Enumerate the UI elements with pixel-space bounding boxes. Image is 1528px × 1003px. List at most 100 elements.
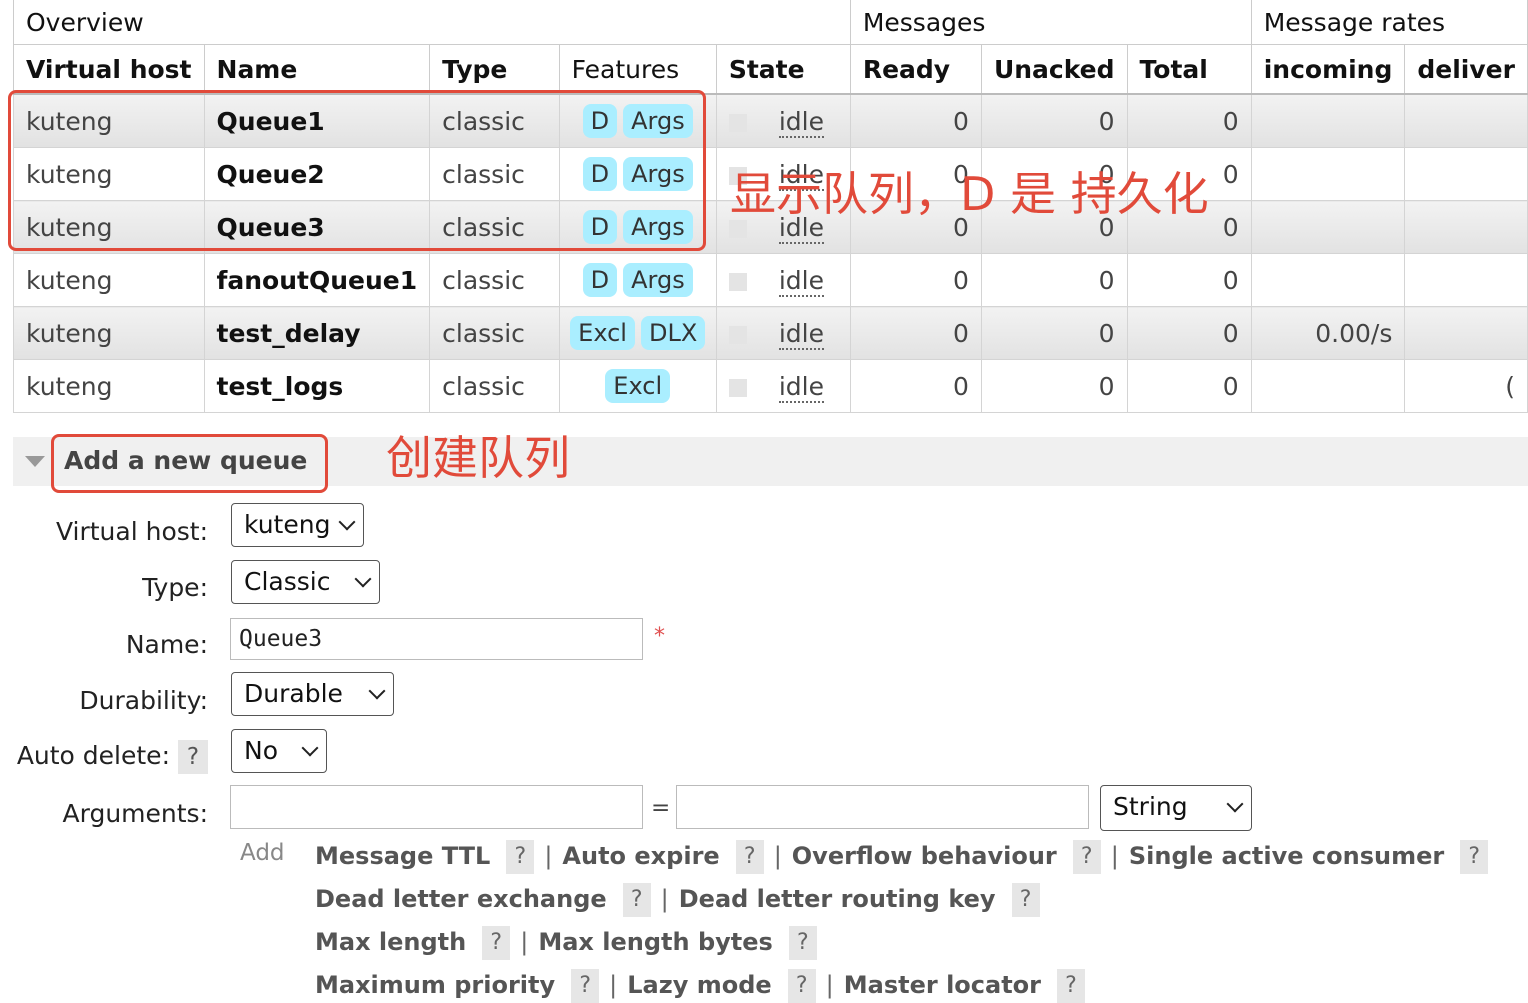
type-select[interactable]: Classic	[231, 560, 380, 604]
virtual-host-label: Virtual host:	[55, 517, 208, 546]
feature-badge[interactable]: D	[582, 263, 618, 297]
col-total[interactable]: Total	[1126, 44, 1252, 95]
group-header-message-rates: Message rates	[1250, 0, 1528, 45]
argument-shortcut-line: Dead letter exchange? | Dead letter routin…	[315, 883, 1040, 917]
col-type[interactable]: Type	[429, 44, 560, 95]
col-name[interactable]: Name	[203, 44, 431, 95]
argument-shortcut-link[interactable]: Lazy mode	[627, 971, 771, 999]
virtual-host-select[interactable]: kuteng	[231, 503, 364, 547]
name-input[interactable]: Queue3	[230, 618, 643, 660]
state-text[interactable]: idle	[778, 106, 824, 138]
help-icon[interactable]: ?	[1072, 840, 1101, 874]
cell-ready: 0	[849, 253, 982, 307]
argument-type-value: String	[1113, 792, 1188, 821]
cell-deliver	[1404, 200, 1528, 254]
cell-total: 0	[1126, 94, 1252, 148]
argument-shortcut-link[interactable]: Maximum priority	[315, 971, 555, 999]
help-icon[interactable]: ?	[735, 840, 764, 874]
table-row[interactable]: kuteng test_delay classic Excl DLX idle 0 0 0 0.0…	[13, 306, 1528, 360]
argument-shortcut-link[interactable]: Message TTL	[315, 842, 490, 870]
cell-deliver	[1404, 253, 1528, 307]
feature-badge[interactable]: Excl	[570, 316, 635, 350]
feature-badge[interactable]: Excl	[605, 369, 671, 403]
argument-shortcut-link[interactable]: Dead letter exchange	[315, 885, 607, 913]
help-icon[interactable]: ?	[1057, 969, 1086, 1003]
feature-badge[interactable]: DLX	[640, 316, 706, 350]
state-indicator-icon	[728, 272, 747, 291]
cell-state: idle	[715, 359, 851, 413]
state-text[interactable]: idle	[778, 371, 824, 403]
cell-ready: 0	[849, 306, 982, 360]
auto-delete-label: Auto delete:	[16, 741, 170, 770]
separator: |	[544, 842, 553, 870]
help-icon[interactable]: ?	[622, 883, 651, 917]
argument-key-input[interactable]	[230, 785, 643, 829]
help-icon[interactable]: ?	[1460, 840, 1489, 874]
argument-shortcut-link[interactable]: Single active consumer	[1129, 842, 1444, 870]
state-text[interactable]: idle	[778, 318, 824, 350]
separator: |	[609, 971, 618, 999]
help-icon[interactable]: ?	[506, 840, 535, 874]
argument-shortcut-link[interactable]: Overflow behaviour	[792, 842, 1057, 870]
auto-delete-value: No	[244, 736, 278, 765]
col-virtual-host[interactable]: Virtual host	[13, 44, 205, 95]
feature-badge[interactable]: Args	[623, 263, 693, 297]
col-ready[interactable]: Ready	[849, 44, 982, 95]
chevron-down-icon	[1226, 795, 1244, 813]
cell-unacked: 0	[980, 94, 1128, 148]
argument-shortcut-link[interactable]: Max length bytes	[538, 928, 772, 956]
queue-name-link[interactable]: fanoutQueue1	[203, 253, 431, 307]
auto-delete-help-icon[interactable]: ?	[178, 740, 208, 774]
col-deliver[interactable]: deliver	[1404, 44, 1528, 95]
durability-select[interactable]: Durable	[231, 672, 394, 716]
cell-total: 0	[1126, 253, 1252, 307]
argument-shortcut-link[interactable]: Dead letter routing key	[679, 885, 996, 913]
required-mark: *	[654, 624, 665, 649]
annotation-create-box	[51, 434, 328, 493]
cell-incoming	[1250, 253, 1406, 307]
col-state[interactable]: State	[715, 44, 851, 95]
separator: |	[825, 971, 834, 999]
col-unacked[interactable]: Unacked	[980, 44, 1128, 95]
cell-total: 0	[1126, 359, 1252, 413]
queue-name-link[interactable]: test_logs	[203, 359, 431, 413]
auto-delete-row-label: Auto delete:?	[17, 740, 208, 774]
help-icon[interactable]: ?	[482, 926, 511, 960]
argument-value-input[interactable]	[676, 785, 1089, 829]
state-indicator-icon	[728, 378, 747, 397]
argument-type-select[interactable]: String	[1100, 785, 1252, 831]
separator: |	[1110, 842, 1119, 870]
argument-shortcut-link[interactable]: Auto expire	[562, 842, 719, 870]
cell-features: Excl	[558, 359, 717, 413]
help-icon[interactable]: ?	[787, 969, 816, 1003]
help-icon[interactable]: ?	[571, 969, 600, 1003]
cell-deliver	[1404, 306, 1528, 360]
annotation-create-note: 创建队列	[386, 431, 570, 485]
state-text[interactable]: idle	[778, 265, 824, 297]
table-row[interactable]: kuteng fanoutQueue1 classic D Args idle 0 0 0	[13, 253, 1528, 307]
name-label: Name:	[125, 630, 208, 659]
argument-shortcut-link[interactable]: Master locator	[844, 971, 1041, 999]
queue-name-link[interactable]: test_delay	[203, 306, 431, 360]
help-icon[interactable]: ?	[788, 926, 817, 960]
annotation-durable-box	[8, 90, 706, 251]
cell-state: idle	[715, 253, 851, 307]
cell-virtual-host: kuteng	[13, 306, 205, 360]
help-icon[interactable]: ?	[1011, 883, 1040, 917]
state-indicator-icon	[728, 113, 747, 132]
group-header-messages: Messages	[849, 0, 1252, 45]
chevron-down-icon	[301, 739, 319, 757]
durability-label: Durability:	[79, 686, 208, 715]
state-indicator-icon	[728, 325, 747, 344]
argument-equals-sign: =	[651, 795, 671, 821]
cell-features: D Args	[558, 253, 717, 307]
cell-state: idle	[715, 94, 851, 148]
argument-shortcut-link[interactable]: Max length	[315, 928, 466, 956]
table-row[interactable]: kuteng test_logs classic Excl idle 0 0 0(	[13, 359, 1528, 413]
collapse-triangle-icon[interactable]	[25, 456, 45, 467]
auto-delete-select[interactable]: No	[231, 729, 327, 773]
col-incoming[interactable]: incoming	[1250, 44, 1406, 95]
cell-ready: 0	[849, 359, 982, 413]
cell-type: classic	[429, 253, 560, 307]
cell-incoming	[1250, 147, 1406, 201]
